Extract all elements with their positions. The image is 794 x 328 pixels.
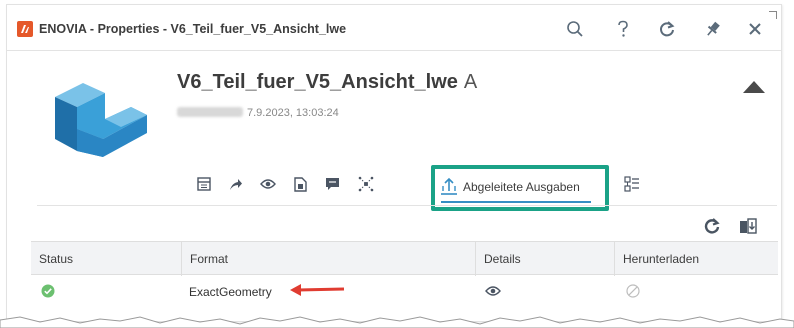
- comment-icon[interactable]: [319, 171, 345, 197]
- properties-panel: ENOVIA - Properties - V6_Teil_fuer_V5_An…: [6, 4, 782, 322]
- download-zip-icon[interactable]: [735, 213, 761, 239]
- torn-edge: [0, 316, 794, 328]
- object-name: V6_Teil_fuer_V5_Ansicht_lwe: [177, 71, 458, 93]
- lifecycle-icon[interactable]: [619, 171, 645, 197]
- pin-icon[interactable]: [699, 15, 727, 43]
- toolbar-divider: [37, 205, 777, 206]
- table-header: Status Format Details Herunterladen: [31, 241, 778, 276]
- properties-icon[interactable]: [191, 171, 217, 197]
- close-icon[interactable]: [741, 15, 769, 43]
- column-header-status[interactable]: Status: [31, 242, 181, 276]
- window-title: ENOVIA - Properties - V6_Teil_fuer_V5_An…: [39, 22, 347, 36]
- relations-icon[interactable]: [353, 171, 379, 197]
- column-header-format[interactable]: Format: [181, 242, 475, 276]
- modified-date: 7.9.2023, 13:03:24: [247, 107, 339, 119]
- status-ok-icon: [31, 277, 181, 307]
- part-thumbnail: [47, 69, 157, 159]
- table-row[interactable]: ExactGeometry: [31, 277, 778, 307]
- document-icon[interactable]: [287, 171, 313, 197]
- column-header-details[interactable]: Details: [475, 242, 614, 276]
- object-subtitle: 7.9.2023, 13:03:24: [177, 107, 339, 119]
- refresh-icon[interactable]: [653, 15, 681, 43]
- enovia-logo-icon: [17, 21, 33, 37]
- details-view-icon[interactable]: [475, 277, 614, 307]
- column-header-download[interactable]: Herunterladen: [614, 242, 778, 276]
- object-revision: A: [463, 71, 478, 93]
- refresh-icon[interactable]: [699, 213, 725, 239]
- search-icon[interactable]: [561, 15, 589, 43]
- view-icon[interactable]: [255, 171, 281, 197]
- download-disabled-icon: [614, 277, 778, 307]
- annotation-arrow-icon: [290, 284, 345, 296]
- collapse-header-button[interactable]: [743, 81, 765, 93]
- title-bar: ENOVIA - Properties - V6_Teil_fuer_V5_An…: [7, 5, 781, 51]
- redacted-owner: [177, 107, 243, 117]
- help-icon[interactable]: [609, 15, 637, 43]
- share-icon[interactable]: [223, 171, 249, 197]
- object-title: V6_Teil_fuer_V5_Ansicht_lwe A: [177, 71, 477, 94]
